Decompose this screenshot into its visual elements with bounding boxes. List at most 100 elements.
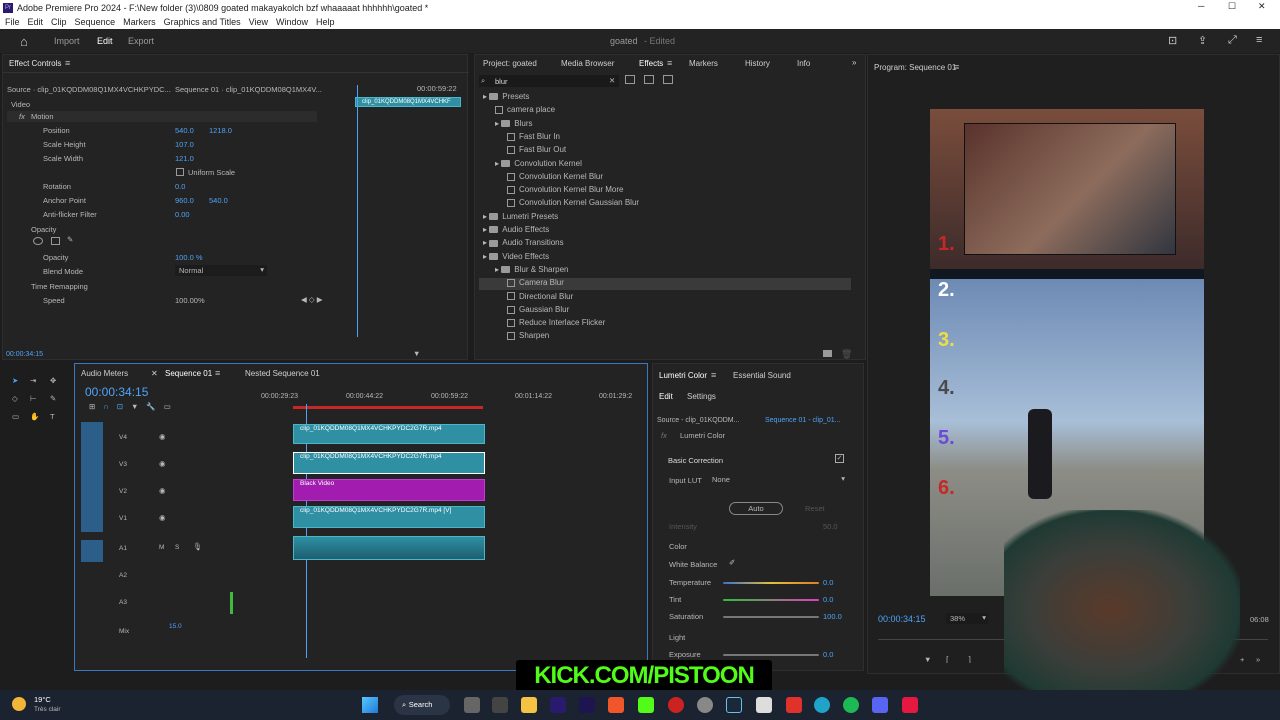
scale-height-value[interactable]: 107.0 <box>175 140 194 149</box>
tab-effects[interactable]: Effects <box>639 59 663 68</box>
blend-mode-select[interactable]: Normal ▾ <box>175 265 267 276</box>
edge-icon[interactable] <box>814 697 830 713</box>
clip-v4[interactable]: clip_01KQDDM08Q1MX4VCHKPYDC2G7R.mp4 <box>293 424 485 444</box>
program-menu-icon[interactable]: ≡ <box>954 62 959 72</box>
track-v1-label[interactable]: V1 <box>119 515 127 522</box>
track-v3-label[interactable]: V3 <box>119 461 127 468</box>
timeline-timecode[interactable]: 00:00:34:15 <box>85 385 148 399</box>
eyedropper-icon[interactable]: ✐ <box>729 558 735 567</box>
weather-icon[interactable] <box>12 697 26 711</box>
mic-icon-a1[interactable]: 🎙 <box>193 542 203 551</box>
subtab-edit[interactable]: Edit <box>659 392 673 401</box>
snap-icon[interactable]: ∩ <box>103 402 108 411</box>
exposure-slider[interactable] <box>723 654 819 656</box>
effects-tree-item[interactable]: Convolution Kernel Blur <box>507 172 603 184</box>
close-button[interactable]: ✕ <box>1258 1 1266 12</box>
effects-tree-item[interactable]: Fast Blur Out <box>507 145 566 157</box>
antiflicker-value[interactable]: 0.00 <box>175 210 190 219</box>
after-effects-icon[interactable] <box>579 697 595 713</box>
program-timecode[interactable]: 00:00:34:15 <box>878 614 926 624</box>
new-bin-icon[interactable] <box>823 350 832 357</box>
effects-tree-item[interactable]: Camera Blur <box>479 278 851 291</box>
tab-project[interactable]: Project: goated <box>483 59 537 68</box>
windows-start-icon[interactable] <box>362 697 378 713</box>
home-icon[interactable]: ⌂ <box>20 34 28 49</box>
tab-info[interactable]: Info <box>797 59 810 68</box>
mute-button-a1[interactable]: M <box>159 544 164 551</box>
solo-button-a1[interactable]: S <box>175 544 179 551</box>
taskbar-search[interactable]: ⌕ Search <box>394 695 450 715</box>
tab-sequence-01[interactable]: Sequence 01 <box>165 369 212 378</box>
slip-tool-icon[interactable]: ⊢ <box>30 394 37 403</box>
red-app-icon[interactable] <box>902 697 918 713</box>
light-section-label[interactable]: Light <box>669 633 685 642</box>
acrobat-icon[interactable] <box>786 697 802 713</box>
time-ruler[interactable]: 00:00:29:23 00:00:44:22 00:00:59:22 00:0… <box>231 392 635 410</box>
position-y[interactable]: 1218.0 <box>209 126 232 135</box>
ec-sequence[interactable]: Sequence 01 · clip_01KQDDM08Q1MX4V... <box>175 85 322 94</box>
tab-essential-sound[interactable]: Essential Sound <box>733 371 791 380</box>
effects-menu-icon[interactable]: ≡ <box>667 58 672 68</box>
track-a2-label[interactable]: A2 <box>119 572 127 579</box>
program-title[interactable]: Program: Sequence 01 <box>874 63 956 72</box>
insert-icon[interactable]: ⊞ <box>89 402 95 411</box>
effects-tree-item[interactable]: Directional Blur <box>507 292 573 304</box>
marker-icon[interactable]: ▼ <box>924 655 931 664</box>
ripple-edit-icon[interactable]: ✥ <box>50 376 56 385</box>
clip-v1[interactable]: clip_01KQDDM08Q1MX4VCHKPYDC2G7R.mp4 [V] <box>293 506 485 528</box>
fullscreen-icon[interactable]: ⤢ <box>1228 34 1237 47</box>
task-view-icon[interactable] <box>464 697 480 713</box>
kick-app-icon[interactable] <box>638 697 654 713</box>
track-a3-label[interactable]: A3 <box>119 599 127 606</box>
panel-overflow-icon[interactable]: » <box>852 58 856 67</box>
pen-mask-icon[interactable]: ✎ <box>67 235 73 244</box>
color-section-label[interactable]: Color <box>669 542 687 551</box>
rect-mask-icon[interactable] <box>51 237 60 245</box>
saturation-slider[interactable] <box>723 616 819 618</box>
effects-tree-item[interactable]: ▸ Convolution Kernel <box>495 159 582 171</box>
panel-menu-icon[interactable]: ≡ <box>65 58 70 68</box>
tab-export[interactable]: Export <box>128 36 154 46</box>
effects-tree-item[interactable]: Reduce Interlace Flicker <box>507 318 605 330</box>
tab-media-browser[interactable]: Media Browser <box>561 59 614 68</box>
lumetri-source[interactable]: Source - clip_01KQDDM... <box>657 417 739 424</box>
brave-icon[interactable] <box>608 697 624 713</box>
menu-sequence[interactable]: Sequence <box>75 17 116 27</box>
trash-icon[interactable]: 🗑 <box>841 349 852 360</box>
effects-tree-item[interactable]: ▸ Lumetri Presets <box>483 212 558 224</box>
track-v2-label[interactable]: V2 <box>119 488 127 495</box>
work-area-bar[interactable] <box>293 406 483 409</box>
ellipse-mask-icon[interactable] <box>33 237 43 245</box>
pen-tool-icon[interactable]: ✎ <box>50 394 56 403</box>
scale-width-value[interactable]: 121.0 <box>175 154 194 163</box>
eye-icon-v2[interactable]: ◉ <box>159 486 166 495</box>
mark-out-icon[interactable]: ⌉ <box>968 655 971 664</box>
premiere-taskbar-icon[interactable] <box>550 697 566 713</box>
eye-icon-v3[interactable]: ◉ <box>159 459 166 468</box>
more-controls-icon[interactable]: » <box>1256 655 1260 664</box>
workspaces-icon[interactable]: ⊡ <box>1168 34 1177 47</box>
menu-edit[interactable]: Edit <box>28 17 44 27</box>
effects-tree-item[interactable]: Convolution Kernel Gaussian Blur <box>507 198 639 210</box>
32bit-filter-icon[interactable] <box>644 75 654 84</box>
yuv-filter-icon[interactable] <box>663 75 673 84</box>
steam-icon[interactable] <box>726 697 742 713</box>
effects-tree-item[interactable]: Convolution Kernel Blur More <box>507 185 624 197</box>
effects-tree-item[interactable]: Gaussian Blur <box>507 305 569 317</box>
file-explorer-icon[interactable] <box>521 697 537 713</box>
menu-window[interactable]: Window <box>276 17 308 27</box>
zoom-select[interactable]: 38% ▾ <box>946 613 988 624</box>
effects-tree-item[interactable]: Fast Blur In <box>507 132 560 144</box>
obs-icon[interactable] <box>668 697 684 713</box>
type-tool-icon[interactable]: T <box>50 412 55 421</box>
input-lut-select[interactable]: None ▾ <box>709 474 845 486</box>
quick-export-icon[interactable]: ≡ <box>1256 34 1262 46</box>
settings-app-icon[interactable] <box>492 697 508 713</box>
lumetri-effect-name[interactable]: Lumetri Color <box>680 431 725 440</box>
captions-icon[interactable]: ▭ <box>164 402 171 411</box>
effects-tree-item[interactable]: ▸ Blur & Sharpen <box>495 265 569 277</box>
effects-tree-item[interactable]: ▸ Video Effects <box>483 252 549 264</box>
clip-v2-black-video[interactable]: Black Video <box>293 479 485 501</box>
effects-tree-item[interactable]: Sharpen <box>507 331 549 343</box>
menu-markers[interactable]: Markers <box>123 17 156 27</box>
